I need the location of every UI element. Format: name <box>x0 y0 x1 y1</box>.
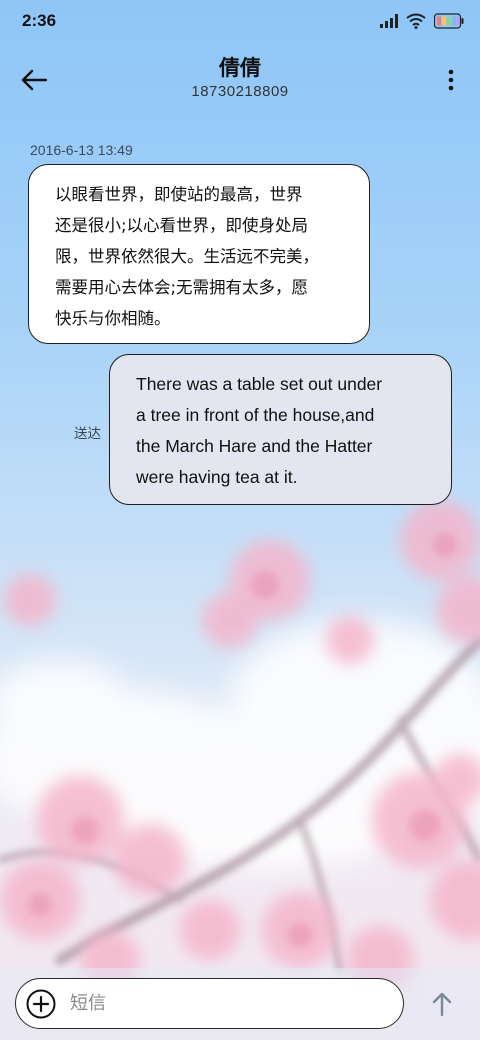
message-composer <box>0 968 480 1040</box>
contact-title[interactable]: 倩倩 18730218809 <box>100 54 380 102</box>
message-line: There was a table set out under <box>136 374 383 394</box>
message-line: a tree in front of the house,and <box>136 405 375 425</box>
conversation-header: 倩倩 18730218809 <box>0 44 480 114</box>
wifi-icon <box>406 13 426 29</box>
message-timestamp: 2016-6-13 13:49 <box>30 142 133 158</box>
contact-phone-number: 18730218809 <box>191 83 289 100</box>
back-arrow-icon <box>21 69 47 91</box>
signal-icon <box>380 14 398 28</box>
message-line: were having tea at it. <box>136 467 298 487</box>
message-line: 限，世界依然很大。生活远不完美， <box>55 247 319 266</box>
message-input[interactable] <box>70 987 390 1019</box>
outgoing-message-bubble[interactable]: There was a table set out under a tree i… <box>109 354 452 505</box>
more-options-button[interactable] <box>440 62 462 98</box>
contact-name: 倩倩 <box>219 56 261 80</box>
send-arrow-up-icon[interactable] <box>428 990 456 1018</box>
message-input-container <box>15 978 404 1029</box>
message-line: 快乐与你相随。 <box>55 309 171 328</box>
status-time: 2:36 <box>22 11 57 30</box>
incoming-message-bubble[interactable]: 以眼看世界，即使站的最高，世界 还是很小;以心看世界，即使身处局 限，世界依然很… <box>28 164 370 344</box>
status-bar: 2:36 <box>0 0 480 44</box>
back-button[interactable] <box>14 60 54 100</box>
battery-icon <box>434 13 464 29</box>
message-line: 需要用心去体会;无需拥有太多，愿 <box>55 278 309 297</box>
add-circle-icon[interactable] <box>26 989 56 1019</box>
status-icons <box>380 11 464 31</box>
message-line: the March Hare and the Hatter <box>136 436 373 456</box>
message-line: 还是很小;以心看世界，即使身处局 <box>55 216 309 235</box>
message-line: 以眼看世界，即使站的最高，世界 <box>55 185 303 204</box>
delivery-status: 送达 <box>74 426 101 442</box>
more-vertical-icon <box>448 69 454 91</box>
